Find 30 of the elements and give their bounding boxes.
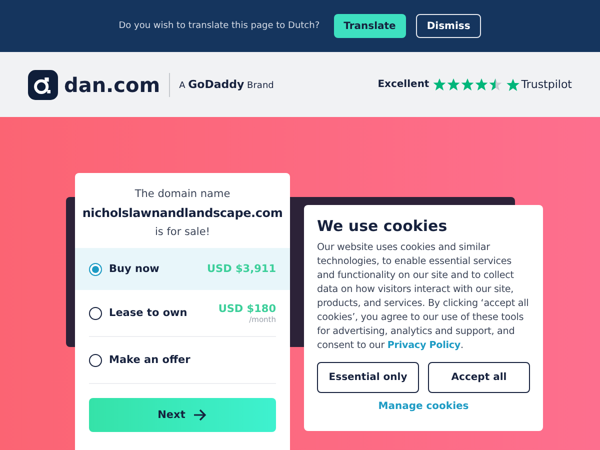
dismiss-button[interactable]: Dismiss: [416, 14, 482, 38]
star-icon: [475, 78, 488, 91]
translate-button[interactable]: Translate: [334, 14, 406, 38]
star-icon: [506, 78, 520, 92]
arrow-icon: [193, 409, 208, 421]
radio-button[interactable]: [89, 306, 102, 320]
purchase-option[interactable]: Make an offer: [89, 337, 276, 384]
next-button[interactable]: Next: [89, 398, 276, 432]
radio-button[interactable]: [89, 354, 102, 366]
accept-all-button[interactable]: Accept all: [428, 362, 530, 393]
star-icon: [461, 78, 474, 91]
brand-tagline: A GoDaddy Brand: [179, 78, 274, 91]
cookie-notice-text: Our website uses cookies and similar technologies, to enable essential services and functionality on our site and to collect data on how visitors interact with our site, products, and services. By clicking ‘accept all cookies’, you agree to our use of these tools for advertising, analytics and support, and consent to our Privacy Policy.: [317, 241, 530, 353]
price: USD $180: [218, 302, 276, 314]
rating-label: Excellent: [378, 79, 430, 90]
star-icon: [433, 78, 446, 91]
essential-only-button[interactable]: Essential only: [317, 362, 419, 393]
dialog-title: We use cookies: [317, 217, 448, 235]
domain-name: nicholslawnandlandscape.com: [81, 205, 284, 222]
logo-icon: [28, 70, 58, 100]
star-icon: [489, 78, 502, 91]
sale-text: is for sale!: [154, 225, 211, 240]
review-site-name: Trustpilot: [521, 78, 572, 91]
translate-prompt: Do you wish to translate this page to Dutch?: [118, 21, 320, 31]
intro-text: The domain name: [134, 187, 232, 202]
purchase-option[interactable]: Buy now USD $3,911: [75, 248, 290, 290]
price: USD $3,911: [207, 263, 276, 275]
radio-button[interactable]: [89, 262, 102, 276]
logo-text: dan.com: [64, 72, 160, 96]
star-icon: [447, 78, 460, 91]
